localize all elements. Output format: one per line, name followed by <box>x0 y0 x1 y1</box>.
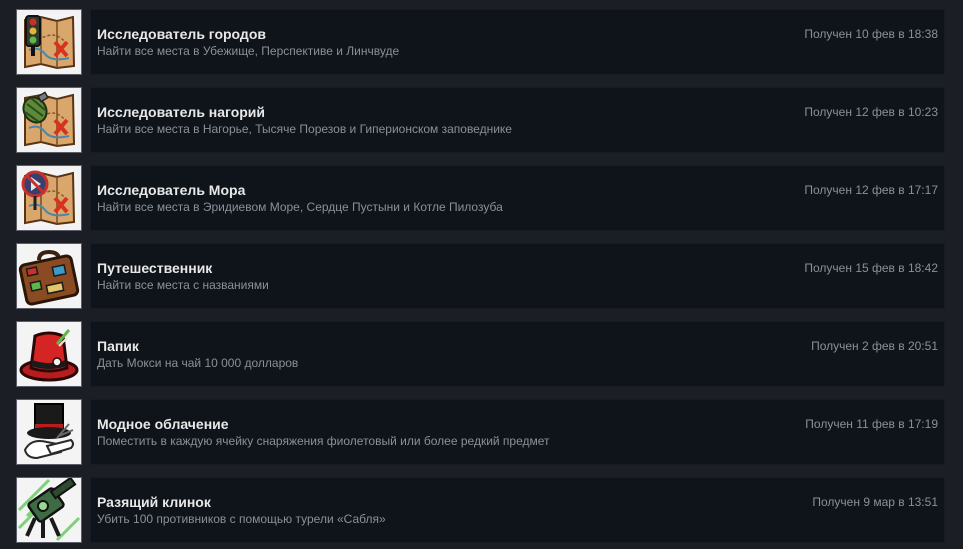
map-traffic-light-icon <box>19 12 79 72</box>
achievement-description: Найти все места в Эридиевом Море, Сердце… <box>97 200 503 214</box>
achievement-description: Дать Мокси на чай 10 000 долларов <box>97 356 299 370</box>
achievement-panel: Модное облачение Поместить в каждую ячей… <box>90 399 945 465</box>
achievement-icon-frame <box>16 243 82 309</box>
map-grenade-icon <box>19 90 79 150</box>
achievement-description: Убить 100 противников с помощью турели «… <box>97 512 386 526</box>
achievement-row: Исследователь нагорий Найти все места в … <box>16 87 945 153</box>
achievement-unlock-date: Получен 2 фев в 20:51 <box>811 339 938 353</box>
achievement-icon-frame <box>16 477 82 543</box>
achievement-title: Путешественник <box>97 260 213 276</box>
achievement-panel: Папик Дать Мокси на чай 10 000 долларов … <box>90 321 945 387</box>
achievement-row: Папик Дать Мокси на чай 10 000 долларов … <box>16 321 945 387</box>
achievement-row: Исследователь Мора Найти все места в Эри… <box>16 165 945 231</box>
achievement-row: Модное облачение Поместить в каждую ячей… <box>16 399 945 465</box>
achievement-panel: Исследователь Мора Найти все места в Эри… <box>90 165 945 231</box>
achievement-description: Найти все места в Нагорье, Тысяче Порезо… <box>97 122 512 136</box>
achievement-unlock-date: Получен 10 фев в 18:38 <box>804 27 938 41</box>
achievement-list: Исследователь городов Найти все места в … <box>0 0 963 549</box>
achievement-icon-frame <box>16 399 82 465</box>
achievement-panel: Путешественник Найти все места с названи… <box>90 243 945 309</box>
achievement-row: Разящий клинок Убить 100 противников с п… <box>16 477 945 543</box>
achievement-title: Папик <box>97 338 139 354</box>
achievement-title: Исследователь городов <box>97 26 266 42</box>
top-hat-gloves-icon <box>17 400 81 464</box>
achievement-unlock-date: Получен 9 мар в 13:51 <box>812 495 938 509</box>
achievement-panel: Разящий клинок Убить 100 противников с п… <box>90 477 945 543</box>
map-no-entry-sign-icon <box>19 168 79 228</box>
achievement-icon-frame <box>16 87 82 153</box>
achievement-icon-frame <box>16 9 82 75</box>
achievement-icon-frame <box>16 321 82 387</box>
achievement-row: Исследователь городов Найти все места в … <box>16 9 945 75</box>
achievement-title: Исследователь нагорий <box>97 104 266 120</box>
achievement-title: Исследователь Мора <box>97 182 246 198</box>
achievement-unlock-date: Получен 12 фев в 17:17 <box>804 183 938 197</box>
achievement-description: Найти все места с названиями <box>97 278 269 292</box>
achievement-description: Поместить в каждую ячейку снаряжения фио… <box>97 434 550 448</box>
achievement-title: Разящий клинок <box>97 494 211 510</box>
achievement-row: Путешественник Найти все места с названи… <box>16 243 945 309</box>
turret-icon <box>17 478 81 542</box>
achievement-description: Найти все места в Убежище, Перспективе и… <box>97 44 400 58</box>
achievement-icon-frame <box>16 165 82 231</box>
achievement-unlock-date: Получен 11 фев в 17:19 <box>805 417 938 431</box>
achievement-unlock-date: Получен 15 фев в 18:42 <box>804 261 938 275</box>
suitcase-icon <box>17 244 81 308</box>
achievement-panel: Исследователь городов Найти все места в … <box>90 9 945 75</box>
red-top-hat-icon <box>17 322 81 386</box>
achievement-panel: Исследователь нагорий Найти все места в … <box>90 87 945 153</box>
achievement-title: Модное облачение <box>97 416 229 432</box>
achievement-unlock-date: Получен 12 фев в 10:23 <box>804 105 938 119</box>
